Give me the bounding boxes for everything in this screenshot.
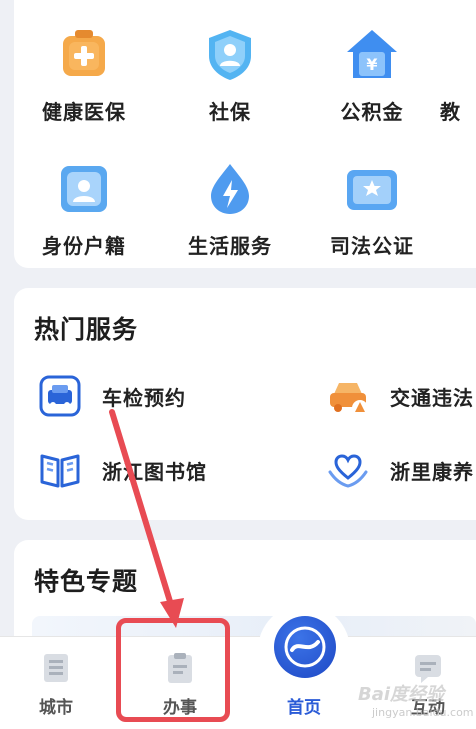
watermark: Bai度经验 [358, 684, 445, 705]
watermark-url: jingyan.baidu.com [372, 706, 474, 719]
annotation-highlight-box [116, 618, 230, 722]
annotation-arrow [109, 409, 184, 628]
